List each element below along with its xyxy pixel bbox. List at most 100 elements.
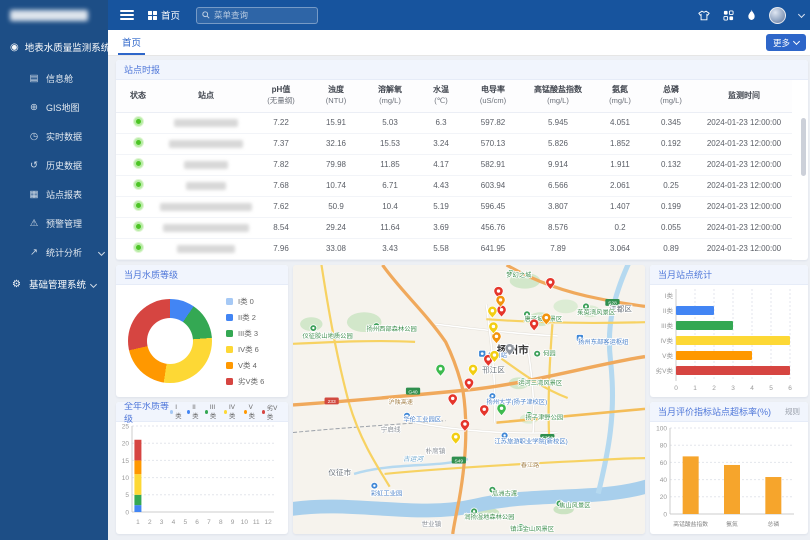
map-label: 沪陕高速	[389, 398, 413, 406]
sidebar-group-label: 基础管理系统	[29, 277, 91, 291]
table-row[interactable]: 7.3732.1615.533.24570.135.8261.8520.1922…	[116, 133, 792, 154]
park-poi-icon	[534, 350, 541, 357]
sidebar-group-0[interactable]: ◉地表水质量监测系统	[0, 30, 108, 64]
svg-text:12: 12	[264, 519, 272, 526]
topbar-home-link[interactable]: 首页	[148, 8, 180, 22]
status-cell	[116, 196, 160, 217]
map-label: 镇江金山风景区	[510, 525, 554, 533]
status-indicator	[134, 222, 143, 231]
value-cell: 3.69	[418, 217, 464, 238]
chevron-down-icon[interactable]	[798, 10, 805, 17]
sidebar-item-预警管理[interactable]: ⚠预警管理	[0, 209, 108, 238]
legend-dot	[224, 410, 227, 414]
column-header-溶解氧: 溶解氧(mg/L)	[362, 80, 418, 112]
map-label: 瓜洲古渡	[492, 490, 517, 498]
search-input[interactable]	[214, 10, 312, 20]
svg-text:4: 4	[172, 519, 176, 526]
table-row[interactable]: 7.2215.915.036.3597.825.9454.0510.345202…	[116, 112, 792, 133]
value-cell: 50.9	[310, 196, 362, 217]
station-report-panel: 站点时报 状态站点pH值(无量纲)浊度(NTU)溶解氧(mg/L)水温(℃)电导…	[116, 60, 808, 260]
tab-home[interactable]: 首页	[118, 30, 145, 55]
value-cell: 5.826	[522, 133, 594, 154]
legend-swatch	[226, 346, 233, 353]
svg-text:11: 11	[253, 519, 260, 526]
legend-label: V类	[249, 404, 257, 420]
rules-link[interactable]: 规则	[785, 406, 800, 417]
svg-text:7: 7	[207, 519, 211, 526]
logo-redacted	[10, 10, 88, 21]
value-cell: 597.82	[464, 112, 522, 133]
exceed-rate-bar-chart: 020406080100高锰酸盐指数氨氮总磷	[650, 422, 808, 534]
sidebar-item-历史数据[interactable]: ↺历史数据	[0, 151, 108, 180]
svg-text:II类: II类	[663, 306, 674, 315]
value-cell: 15.53	[362, 133, 418, 154]
svg-text:0: 0	[663, 511, 667, 518]
sidebar-item-实时数据[interactable]: ◷ 实时数据	[0, 122, 108, 151]
svg-text:I类: I类	[665, 291, 674, 300]
sidebar-item-GIS地图[interactable]: ⊕GIS地图	[0, 93, 108, 122]
station-name-redacted	[163, 224, 249, 232]
svg-text:氨氮: 氨氮	[726, 520, 738, 528]
sidebar-item-信息舱[interactable]: ▤信息舱	[0, 64, 108, 93]
status-indicator	[134, 180, 143, 189]
layout-components-icon[interactable]	[723, 10, 734, 21]
value-cell: 10.74	[310, 175, 362, 196]
table-scrollbar[interactable]	[801, 118, 806, 176]
value-cell: 7.96	[252, 238, 310, 259]
value-cell: 596.45	[464, 196, 522, 217]
notification-flame-icon[interactable]	[747, 9, 756, 21]
svg-text:10: 10	[122, 475, 130, 482]
sidebar-item-label: 实时数据	[46, 130, 108, 143]
svg-text:5: 5	[769, 385, 773, 392]
park-poi-icon	[310, 325, 317, 332]
more-button[interactable]: 更多	[766, 34, 806, 51]
user-avatar[interactable]	[769, 7, 786, 24]
station-name-redacted	[184, 161, 228, 169]
yearly-grade-stacked-chart: 0510152025123456789101112	[116, 422, 288, 534]
value-cell: 456.76	[464, 217, 522, 238]
value-cell: 7.82	[252, 154, 310, 175]
status-indicator	[134, 243, 143, 252]
sidebar-item-站点报表[interactable]: ▦站点报表	[0, 180, 108, 209]
menu-search-box[interactable]	[196, 7, 318, 24]
hamburger-icon[interactable]	[120, 10, 134, 20]
table-row[interactable]: 7.8279.9811.854.17582.919.9141.9110.1322…	[116, 154, 792, 175]
map-label: 春江路	[521, 461, 539, 469]
sidebar-group-label: 地表水质量监测系统	[25, 40, 111, 54]
value-cell: 4.17	[418, 154, 464, 175]
station-map[interactable]: G40233S28S49S352扬州市邗江区江都区仪征市朴席镇世业镇宁启线古运河…	[293, 265, 645, 534]
legend-dot	[244, 410, 247, 414]
value-cell: 0.345	[646, 112, 696, 133]
value-cell: 3.24	[418, 133, 464, 154]
value-cell: 1.852	[594, 133, 646, 154]
sidebar-item-统计分析[interactable]: ↗统计分析	[0, 238, 108, 267]
station-stats-hbar-chart: 0123456I类II类III类IV类V类劣V类	[650, 285, 808, 397]
table-row[interactable]: 7.9633.083.435.58641.957.893.0640.892024…	[116, 238, 792, 259]
theme-skin-icon[interactable]	[698, 10, 710, 21]
time-cell: 2024-01-23 12:00:00	[696, 175, 792, 196]
monthly-grade-panel: 当月水质等级 I类 0II类 2III类 3IV类 6V类 4劣V类 6	[116, 265, 288, 397]
map-label: 古运河	[403, 455, 424, 463]
legend-label: III类 3	[238, 328, 258, 339]
status-indicator	[134, 159, 143, 168]
svg-text:8: 8	[219, 519, 223, 526]
station-name-cell	[160, 133, 252, 154]
station-name-cell	[160, 238, 252, 259]
station-name-cell	[160, 112, 252, 133]
legend-item: IV类 6	[226, 344, 264, 355]
sidebar-item-label: GIS地图	[46, 101, 108, 114]
value-cell: 7.37	[252, 133, 310, 154]
legend-item: V类	[244, 404, 257, 420]
value-cell: 6.71	[362, 175, 418, 196]
time-cell: 2024-01-23 12:00:00	[696, 133, 792, 154]
legend-item: II类 2	[226, 312, 264, 323]
realtime-icon: ◷	[28, 131, 40, 142]
legend-label: V类 4	[238, 360, 257, 371]
table-row[interactable]: 7.6810.746.714.43603.946.5662.0610.25202…	[116, 175, 792, 196]
table-row[interactable]: 8.5429.2411.643.69456.768.5760.20.055202…	[116, 217, 792, 238]
value-cell: 3.064	[594, 238, 646, 259]
value-cell: 7.68	[252, 175, 310, 196]
sidebar-group-1[interactable]: ⚙基础管理系统	[0, 267, 108, 301]
value-cell: 1.407	[594, 196, 646, 217]
table-row[interactable]: 7.6250.910.45.19596.453.8071.4070.199202…	[116, 196, 792, 217]
